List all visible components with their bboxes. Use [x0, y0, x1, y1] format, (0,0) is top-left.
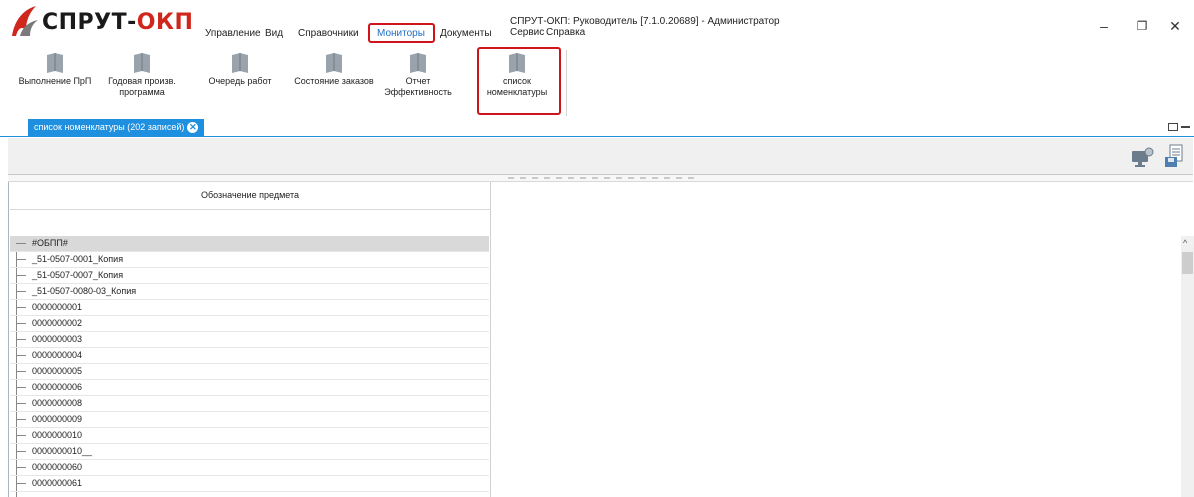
list-item[interactable]: _51-0507-0001_Копия — [10, 252, 489, 268]
tree-branch-line — [16, 467, 26, 468]
list-item[interactable]: 0000000010 — [10, 428, 489, 444]
book-icon — [509, 53, 525, 73]
tab-strip-underline — [0, 136, 1194, 137]
ribbon-label: Выполнение ПрП — [18, 76, 92, 86]
list-item[interactable]: _51-0507-0007_Копия — [10, 268, 489, 284]
ribbon-label: список номенклатуры — [486, 76, 548, 97]
list-item[interactable]: 0000000060 — [10, 460, 489, 476]
list-item[interactable]: 0000000008 — [10, 396, 489, 412]
ribbon-label: Годовая произв. программа — [108, 76, 176, 97]
list-item[interactable]: 0000000001 — [10, 300, 489, 316]
tree-branch-line — [16, 403, 26, 404]
list-item[interactable]: _51-0507-0080-03_Копия — [10, 284, 489, 300]
book-icon — [232, 53, 248, 73]
tree-branch-line — [16, 483, 26, 484]
menu-item-spravochniki[interactable]: Справочники — [298, 28, 359, 39]
tree-branch-line — [16, 387, 26, 388]
vertical-scrollbar[interactable] — [1181, 236, 1194, 497]
list-item[interactable]: 0000000002 — [10, 316, 489, 332]
ribbon-button-sostoyanie-zakazov[interactable]: Состояние заказов — [294, 52, 374, 87]
menu-item-spravka[interactable]: Справка — [546, 27, 585, 38]
menu-item-servis[interactable]: Сервис — [510, 27, 544, 38]
list-item[interactable]: 0000000009 — [10, 412, 489, 428]
tree-branch-line — [16, 243, 26, 244]
book-icon — [410, 53, 426, 73]
logo-icon — [12, 6, 38, 36]
menu-item-monitory[interactable]: Мониторы — [377, 28, 425, 39]
monitor-settings-icon[interactable] — [1130, 146, 1154, 168]
tree-branch-line — [16, 259, 26, 260]
tree-branch-line — [16, 339, 26, 340]
ribbon-button-spisok-nomenklatury[interactable]: список номенклатуры — [477, 52, 557, 98]
ribbon-button-otchet-effektivnost[interactable]: Отчет Эффективность — [378, 52, 458, 98]
window-title: СПРУТ-ОКП: Руководитель [7.1.0.20689] - … — [510, 16, 780, 27]
ribbon-label: Состояние заказов — [294, 76, 374, 86]
book-icon — [47, 53, 63, 73]
list-item[interactable]: 0000000010__ — [10, 444, 489, 460]
splitter-grip[interactable] — [508, 177, 698, 179]
tree-branch-line — [16, 355, 26, 356]
tree-branch-line — [16, 451, 26, 452]
panel-toolbar — [8, 138, 1193, 175]
ribbon-separator — [566, 50, 567, 116]
close-button[interactable]: ✕ — [1163, 16, 1187, 36]
export-report-icon[interactable] — [1162, 143, 1186, 169]
list-item[interactable]: 0000000006 — [10, 380, 489, 396]
scrollbar-thumb[interactable] — [1182, 252, 1193, 274]
menu-item-upravlenie[interactable]: Управление — [205, 28, 261, 39]
tree-branch-line — [16, 275, 26, 276]
tab-spisok-nomenklatury[interactable]: список номенклатуры (202 записей) ✕ — [28, 119, 205, 136]
scroll-up-arrow-icon[interactable]: ^ — [1183, 238, 1187, 248]
ribbon-label: Очередь работ — [208, 76, 272, 86]
tab-label: список номенклатуры (202 записей) — [34, 122, 185, 132]
menu-item-vid[interactable]: Вид — [265, 28, 283, 39]
ribbon-button-godovaya[interactable]: Годовая произв. программа — [102, 52, 182, 98]
tree-branch-line — [16, 435, 26, 436]
tree-branch-line — [16, 291, 26, 292]
ribbon-label: Отчет Эффективность — [384, 76, 452, 97]
column-header-oboznachenie[interactable]: Обозначение предмета — [10, 182, 490, 210]
panel-pin-icon[interactable] — [1181, 126, 1190, 128]
minimize-button[interactable]: – — [1092, 16, 1116, 36]
book-icon — [134, 53, 150, 73]
book-icon — [326, 53, 342, 73]
ribbon-button-ochered-rabot[interactable]: Очередь работ — [200, 52, 280, 87]
list-item[interactable]: 0000000061 — [10, 476, 489, 492]
tab-close-icon[interactable]: ✕ — [187, 122, 199, 134]
list-item[interactable]: 0000000003 — [10, 332, 489, 348]
tree-branch-line — [16, 307, 26, 308]
tree-branch-line — [16, 419, 26, 420]
list-item[interactable]: #ОБПП# — [10, 236, 489, 252]
tree-branch-line — [16, 323, 26, 324]
restore-button[interactable]: ❐ — [1130, 16, 1154, 36]
tree-branch-line — [16, 371, 26, 372]
panel-maximize-icon[interactable] — [1168, 123, 1178, 131]
ribbon-button-vypolnenie-prp[interactable]: Выполнение ПрП — [15, 52, 95, 87]
list-item[interactable]: 0000000005 — [10, 364, 489, 380]
menu-item-dokumenty[interactable]: Документы — [440, 28, 492, 39]
logo-text: СПРУТ-ОКП — [42, 10, 194, 35]
list-item[interactable]: 0000000004 — [10, 348, 489, 364]
